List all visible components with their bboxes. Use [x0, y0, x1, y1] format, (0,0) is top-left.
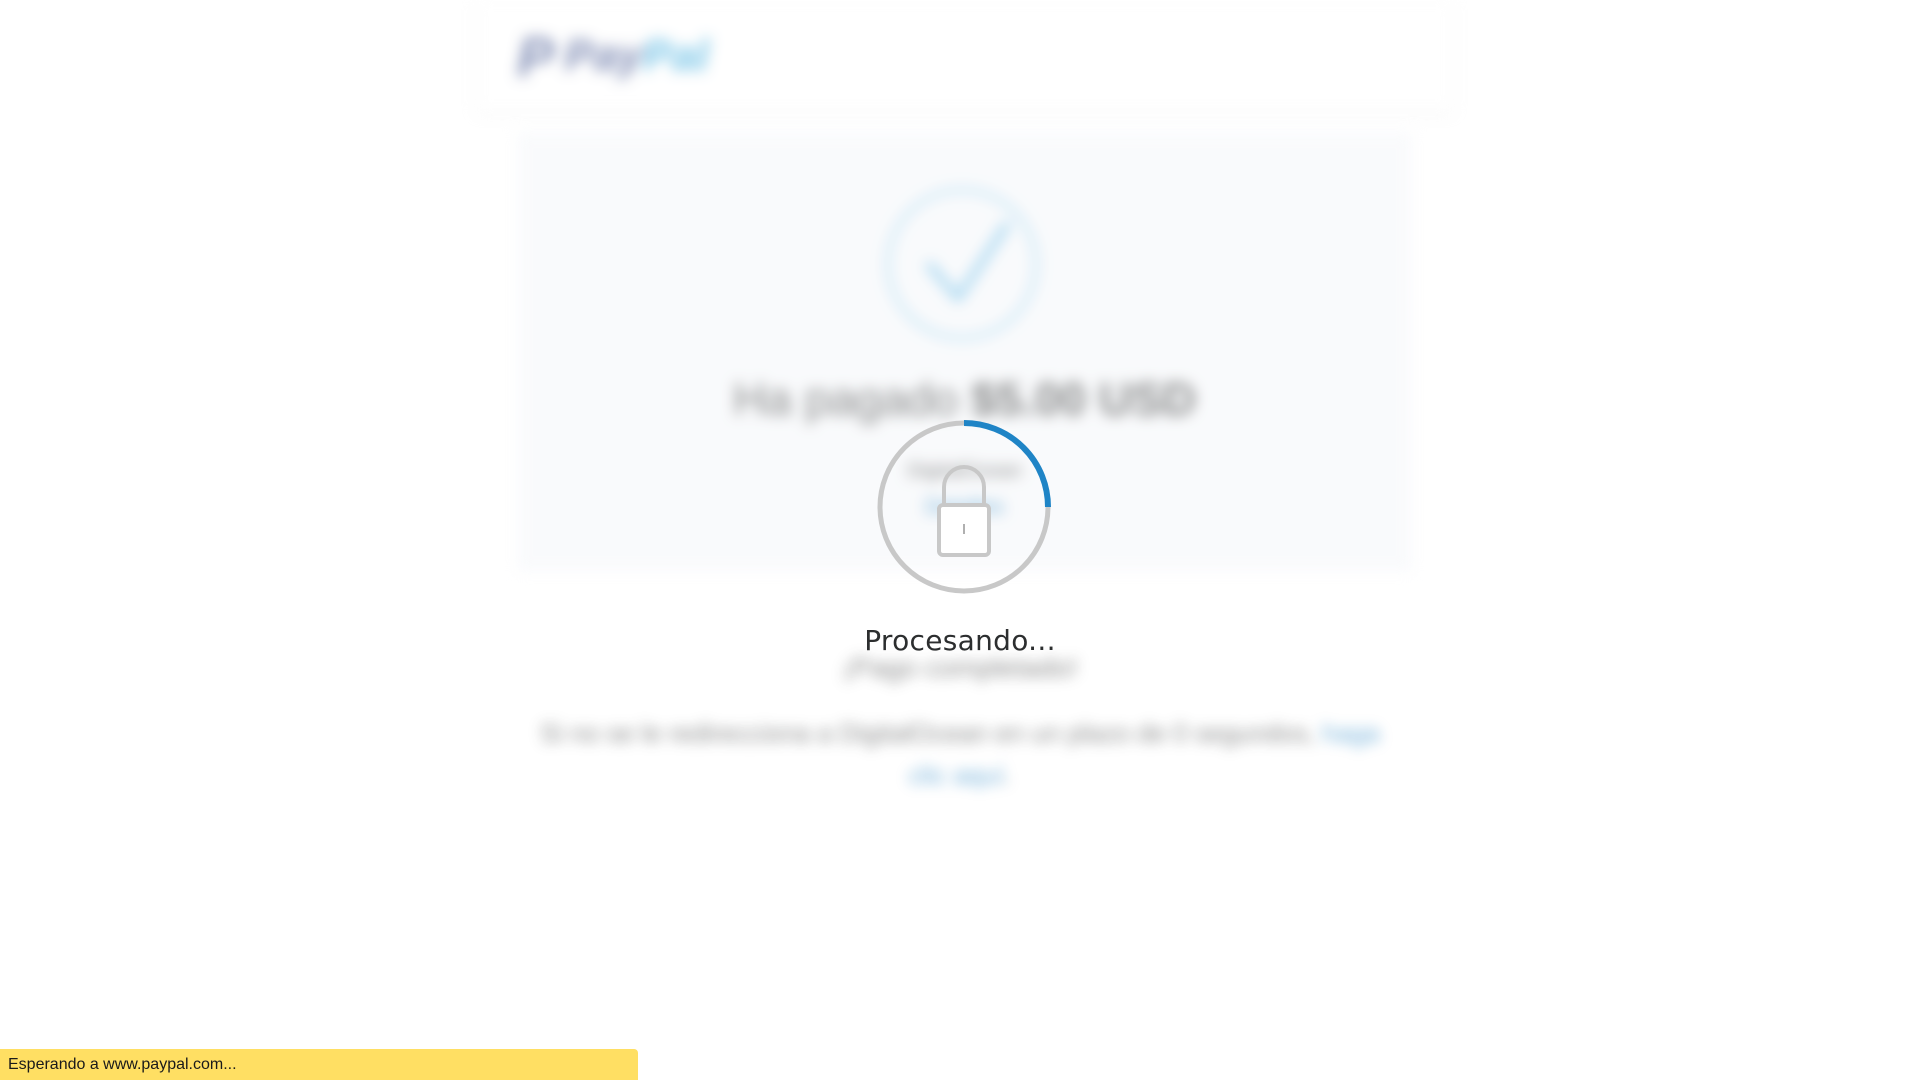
lock-spinner-icon	[877, 420, 1051, 594]
processing-text: Procesando...	[864, 624, 1056, 657]
browser-status-bar: Esperando a www.paypal.com...	[0, 1049, 638, 1080]
page: P PayPal Ha pagado $5.00 USD DigitalOcea…	[0, 0, 1920, 1080]
processing-overlay: Procesando...	[0, 0, 1920, 1080]
